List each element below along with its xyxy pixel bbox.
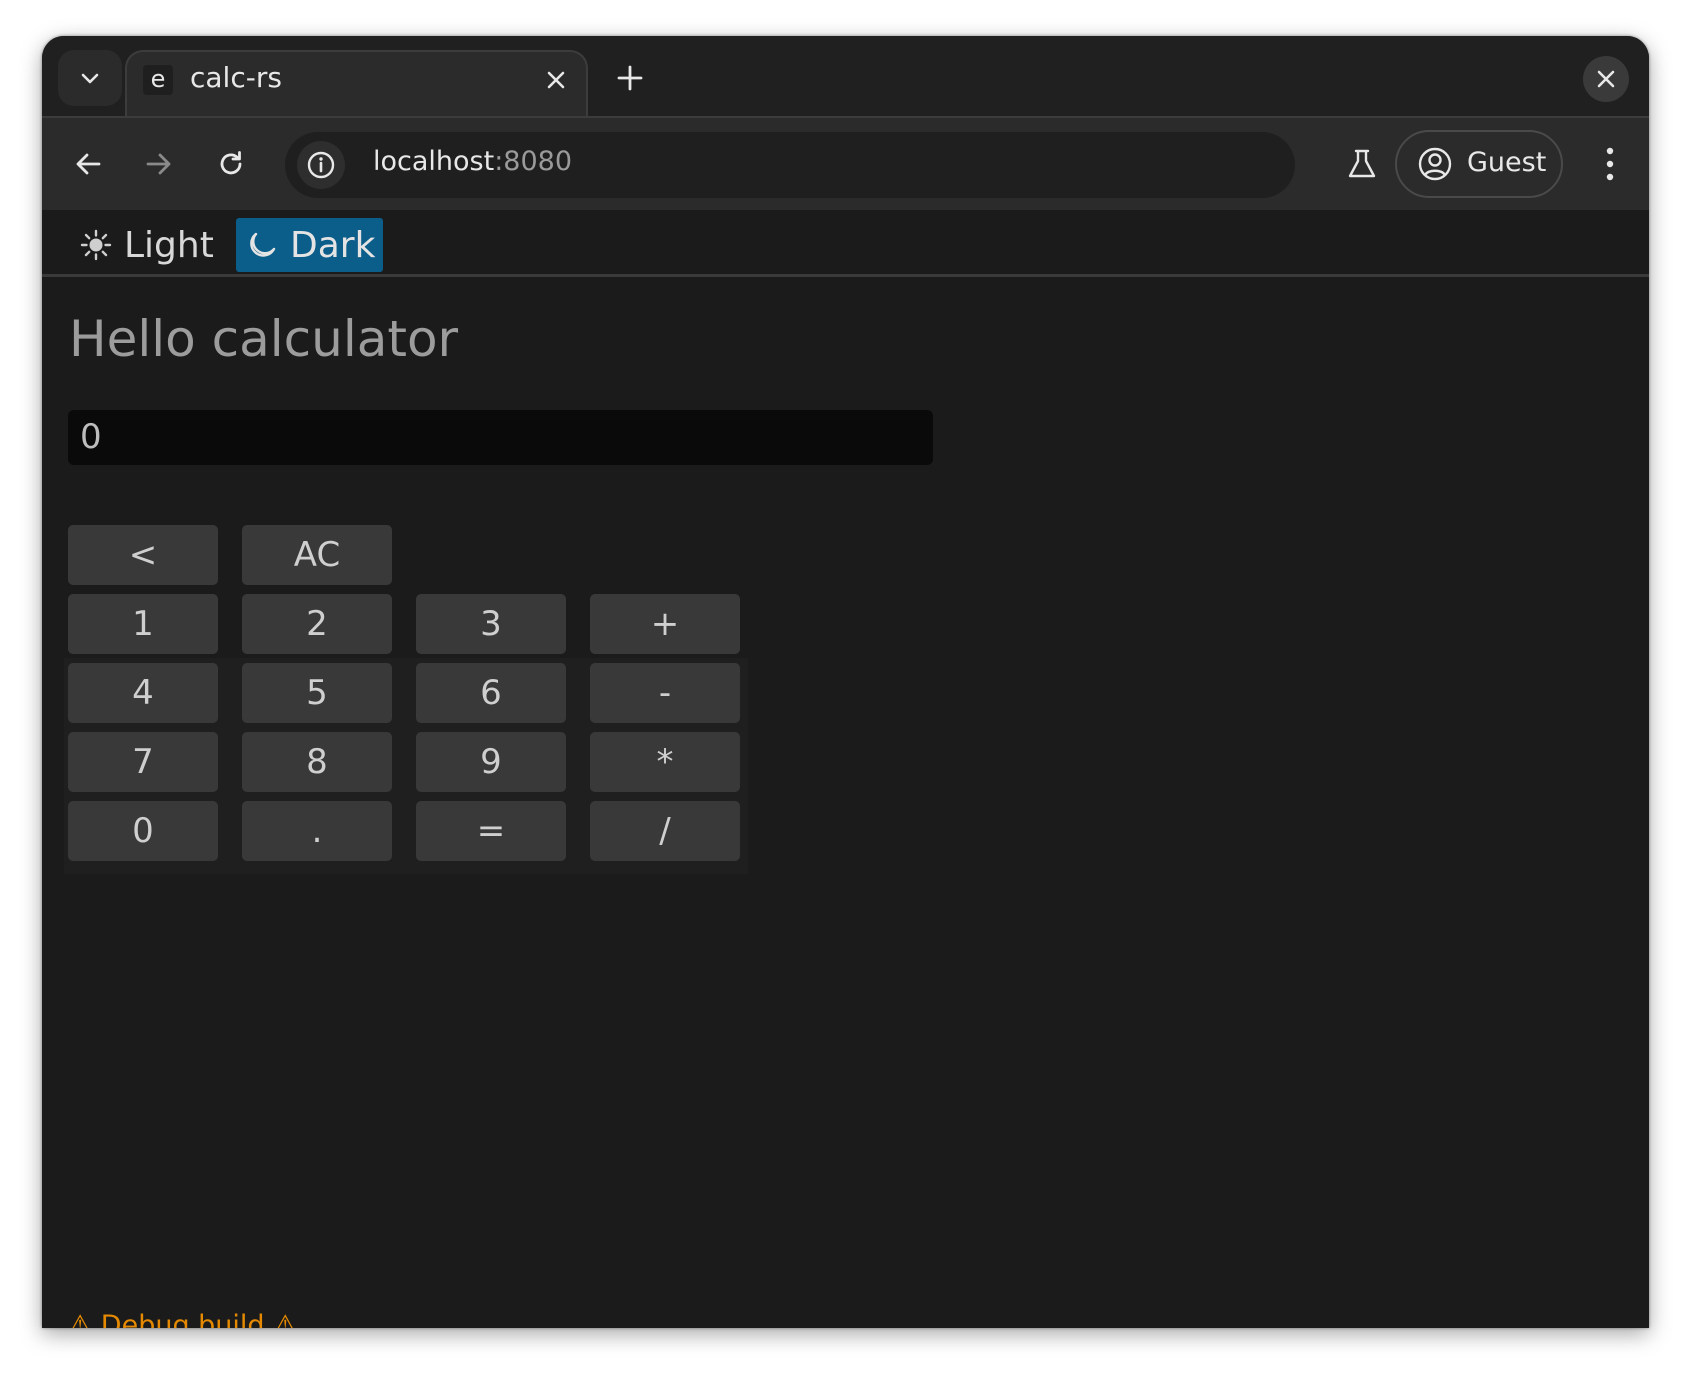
profile-label: Guest [1467, 147, 1547, 178]
backspace-button[interactable]: < [68, 525, 218, 585]
plus-button[interactable]: + [590, 594, 740, 654]
digit-4-button[interactable]: 4 [68, 663, 218, 723]
digit-8-button[interactable]: 8 [242, 732, 392, 792]
forward-button[interactable] [129, 134, 189, 194]
tab-strip: e calc-rs [42, 36, 1649, 130]
digit-5-button[interactable]: 5 [242, 663, 392, 723]
tab-close-button[interactable] [542, 66, 570, 94]
reload-button[interactable] [201, 134, 261, 194]
tab-search-button[interactable] [58, 50, 122, 106]
light-theme-label: Light [124, 224, 214, 266]
tab-favicon: e [143, 65, 173, 95]
decimal-button[interactable]: . [242, 801, 392, 861]
tab-title: calc-rs [190, 61, 282, 94]
equals-button[interactable]: = [416, 801, 566, 861]
minus-button[interactable]: - [590, 663, 740, 723]
plus-icon [617, 65, 643, 91]
chevron-down-icon [81, 73, 99, 84]
browser-menu-button[interactable] [1590, 134, 1630, 194]
url-port: :8080 [494, 146, 573, 177]
clear-button[interactable]: AC [242, 525, 392, 585]
calculator-display: 0 [68, 410, 933, 465]
browser-toolbar: localhost:8080 Guest [42, 116, 1649, 210]
digit-1-button[interactable]: 1 [68, 594, 218, 654]
debug-build-notice: ⚠ Debug build ⚠ [68, 1310, 298, 1328]
light-theme-button[interactable]: Light [72, 218, 222, 272]
dark-theme-label: Dark [290, 224, 376, 266]
multiply-button[interactable]: * [590, 732, 740, 792]
site-info-button[interactable] [297, 141, 345, 189]
window-close-button[interactable] [1583, 56, 1629, 102]
account-icon [1418, 147, 1452, 181]
browser-window: e calc-rs localhost:8080 Guest Light Dar… [42, 36, 1649, 1328]
more-vert-icon [1606, 147, 1614, 181]
reload-icon [220, 151, 242, 175]
back-button[interactable] [58, 134, 118, 194]
moon-icon [250, 232, 276, 257]
digit-6-button[interactable]: 6 [416, 663, 566, 723]
new-tab-button[interactable] [612, 60, 648, 96]
flask-icon [1348, 149, 1376, 178]
page-title: Hello calculator [69, 310, 459, 368]
labs-button[interactable] [1332, 134, 1392, 194]
info-icon [307, 151, 335, 179]
url-text: localhost:8080 [373, 146, 572, 177]
back-arrow-icon [76, 153, 101, 175]
close-icon [1597, 70, 1615, 88]
digit-0-button[interactable]: 0 [68, 801, 218, 861]
theme-toggle: Light Dark [42, 210, 1649, 277]
page-content: Light Dark Hello calculator 0 < AC 1 2 3… [42, 210, 1649, 1328]
profile-button[interactable]: Guest [1395, 130, 1563, 198]
digit-3-button[interactable]: 3 [416, 594, 566, 654]
forward-arrow-icon [146, 153, 171, 175]
close-icon [547, 71, 565, 89]
sun-icon [80, 229, 112, 261]
dark-theme-button[interactable]: Dark [236, 218, 384, 272]
digit-9-button[interactable]: 9 [416, 732, 566, 792]
address-bar[interactable]: localhost:8080 [285, 132, 1295, 198]
digit-7-button[interactable]: 7 [68, 732, 218, 792]
divide-button[interactable]: / [590, 801, 740, 861]
digit-2-button[interactable]: 2 [242, 594, 392, 654]
url-host: localhost [373, 146, 495, 177]
